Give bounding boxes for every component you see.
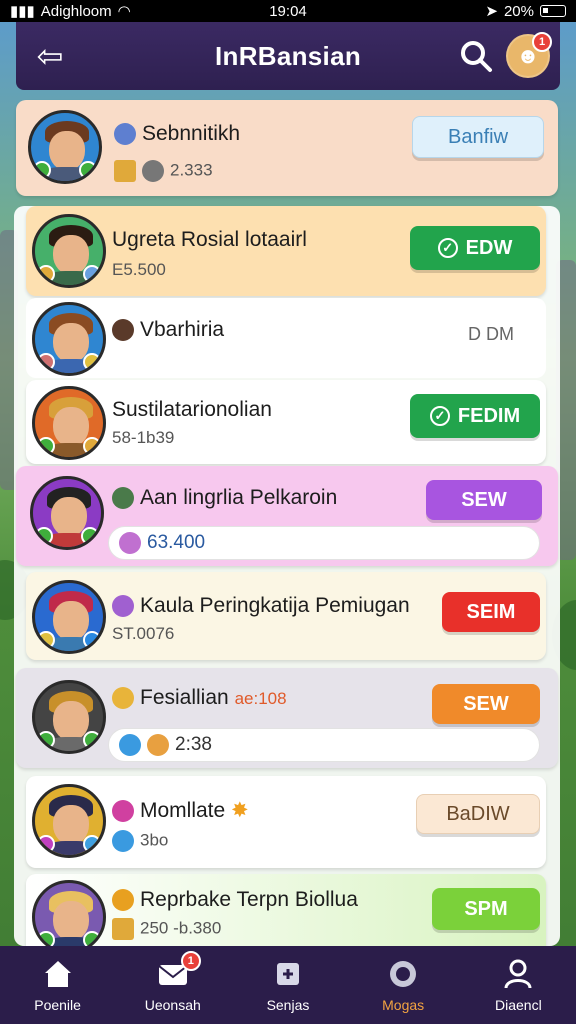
- player-score: 250 -b.380: [112, 918, 221, 940]
- search-icon[interactable]: [458, 38, 494, 74]
- tab-label: Poenile: [34, 997, 81, 1013]
- list-item[interactable]: Ugreta Rosial lotaairl E5.500 ✓ EDW: [26, 206, 546, 296]
- player-score: 58-1b39: [112, 428, 175, 447]
- coin-icon: [147, 734, 169, 756]
- clock-icon: [112, 830, 134, 852]
- list-item[interactable]: Reprbake Terpn Biollua 250 -b.380 SPM: [26, 874, 546, 954]
- row-action-button[interactable]: SEW: [432, 684, 540, 724]
- wifi-icon: ◠: [117, 3, 131, 20]
- player-name: Momllate ✸: [112, 798, 249, 823]
- check-icon: ✓: [429, 406, 450, 426]
- coin-icon: [142, 160, 164, 182]
- avatar: [30, 476, 104, 550]
- profile-avatar-button[interactable]: ☻ 1: [506, 32, 552, 78]
- avatar: [32, 214, 106, 288]
- trophy-icon: [114, 160, 136, 182]
- score-pill: 2:38: [108, 728, 540, 762]
- tab-profile[interactable]: Diaencl: [468, 957, 568, 1013]
- bottom-tab-bar: Poenile 1 Ueonsah Senjas Mogas Diaencl: [0, 946, 576, 1024]
- list-item[interactable]: Momllate ✸ 3bo BaDIW: [26, 776, 546, 868]
- avatar: [32, 302, 106, 376]
- app-header: ⇦ InRBansian ☻ 1: [16, 22, 560, 90]
- coin-icon: [112, 889, 134, 912]
- name-suffix: ae:108: [234, 689, 287, 708]
- carrier-name: Adighloom: [40, 2, 112, 20]
- tab-label: Senjas: [266, 997, 310, 1013]
- row-action-button[interactable]: ✓ EDW: [410, 226, 540, 270]
- tab-mogas[interactable]: Mogas: [353, 957, 453, 1013]
- player-score: ST.0076: [112, 624, 175, 643]
- location-icon: ➤: [485, 3, 498, 20]
- player-name: Fesiallian ae:108: [112, 686, 287, 710]
- play-icon: [112, 595, 134, 618]
- player-name: Kaula Peringkatija Pemiugan: [112, 594, 410, 618]
- puzzle-icon: [276, 963, 299, 985]
- gem-icon: [119, 532, 141, 554]
- profile-icon: [504, 959, 532, 989]
- tab-messages[interactable]: 1 Ueonsah: [123, 951, 223, 1013]
- crown-icon: [112, 687, 134, 710]
- avatar: [28, 110, 102, 184]
- avatar: [32, 784, 106, 858]
- player-name: Aan lingrlia Pelkaroin: [112, 486, 337, 510]
- score-pill: 63.400: [108, 526, 540, 560]
- flower-icon: [112, 800, 134, 823]
- player-score: E5.500: [112, 260, 166, 279]
- row-action-button[interactable]: SEW: [426, 480, 542, 520]
- player-name: Sustilatarionolian: [112, 398, 272, 421]
- avatar: [32, 880, 106, 954]
- list-item[interactable]: Aan lingrlia Pelkaroin 63.400 SEW: [16, 466, 558, 566]
- tab-label: Ueonsah: [144, 997, 201, 1013]
- page-title: InRBansian: [214, 40, 362, 71]
- row-action-button[interactable]: SPM: [432, 888, 540, 930]
- notification-badge: 1: [180, 951, 201, 971]
- tab-label: Mogas: [382, 997, 425, 1013]
- player-score: 3bo: [112, 830, 168, 852]
- back-arrow-icon[interactable]: ⇦: [30, 36, 70, 76]
- row-action-button[interactable]: ✓ FEDIM: [410, 394, 540, 438]
- badge-icon: [112, 487, 134, 510]
- avatar: [32, 680, 106, 754]
- tab-home[interactable]: Poenile: [8, 957, 108, 1013]
- player-name: Sebnnitikh: [114, 122, 240, 146]
- row-action-button[interactable]: BaDIW: [416, 794, 540, 834]
- avatar-mini-icon: [112, 319, 134, 342]
- status-bar: ▮▮▮ Adighloom ◠ 19:04 ➤ 20%: [0, 0, 576, 22]
- player-name: Reprbake Terpn Biollua: [112, 888, 358, 912]
- battery-percent: 20%: [503, 2, 534, 20]
- signal-icon: ▮▮▮: [10, 3, 35, 20]
- home-icon: [44, 961, 71, 987]
- row-action-text[interactable]: D DM: [468, 324, 514, 345]
- player-name: Ugreta Rosial lotaairl: [112, 228, 307, 251]
- status-time: 19:04: [269, 2, 307, 20]
- avatar: [32, 580, 106, 654]
- check-icon: ✓: [437, 238, 458, 258]
- list-item[interactable]: Fesiallian ae:108 2:38 SEW: [16, 668, 558, 768]
- row-action-button[interactable]: Banfiw: [412, 116, 544, 158]
- tab-label: Diaencl: [494, 997, 542, 1013]
- notification-badge: 1: [532, 32, 552, 52]
- list-item[interactable]: Vbarhiria D DM: [26, 298, 546, 378]
- player-score: 2.333: [114, 160, 213, 182]
- clock-icon: [119, 734, 141, 756]
- list-item[interactable]: Kaula Peringkatija Pemiugan ST.0076 SEIM: [26, 572, 546, 660]
- avatar: [32, 386, 106, 460]
- ring-icon: [390, 961, 417, 987]
- trophy-icon: [112, 918, 134, 940]
- shield-icon: [114, 123, 136, 146]
- list-item[interactable]: Sebnnitikh 2.333 Banfiw: [16, 100, 558, 196]
- list-item[interactable]: Sustilatarionolian 58-1b39 ✓ FEDIM: [26, 380, 546, 464]
- tab-settings[interactable]: Senjas: [238, 957, 338, 1013]
- row-action-button[interactable]: SEIM: [442, 592, 540, 632]
- sparkle-icon: ✸: [231, 799, 249, 822]
- battery-icon: [540, 5, 566, 17]
- player-name: Vbarhiria: [112, 318, 224, 342]
